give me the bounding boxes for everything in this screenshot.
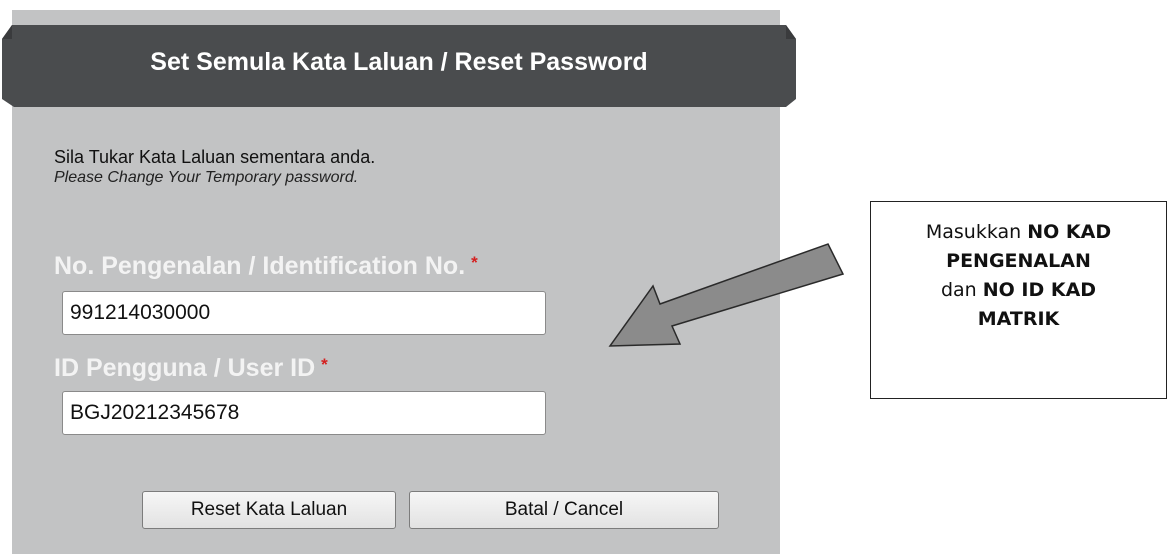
instruction-text: Sila Tukar Kata Laluan sementara anda. bbox=[54, 147, 376, 167]
callout-line-1: Masukkan NO KAD bbox=[871, 218, 1166, 247]
callout-bold-text: NO KAD bbox=[1027, 221, 1112, 243]
callout-bold-text: MATRIK bbox=[977, 308, 1060, 330]
required-marker: * bbox=[471, 253, 478, 272]
cancel-button[interactable]: Batal / Cancel bbox=[409, 491, 719, 529]
identification-no-input[interactable] bbox=[62, 291, 546, 335]
dialog-title: Set Semula Kata Laluan / Reset Password bbox=[150, 48, 648, 76]
user-id-input[interactable] bbox=[62, 391, 546, 435]
identification-no-label: No. Pengenalan / Identification No. * bbox=[54, 248, 478, 281]
reset-password-button[interactable]: Reset Kata Laluan bbox=[142, 491, 396, 529]
page: Set Semula Kata Laluan / Reset Password … bbox=[0, 0, 1171, 554]
callout-line-4: MATRIK bbox=[871, 305, 1166, 334]
callout-bold-text: PENGENALAN bbox=[946, 250, 1091, 272]
user-id-label-text: ID Pengguna / User ID bbox=[54, 354, 316, 382]
dialog-header: Set Semula Kata Laluan / Reset Password bbox=[2, 25, 796, 107]
required-marker: * bbox=[321, 355, 328, 374]
callout-text: Masukkan bbox=[925, 221, 1028, 243]
callout-bold-text: NO ID KAD bbox=[982, 279, 1097, 301]
pointer-arrow-icon bbox=[608, 243, 845, 347]
instruction-callout: Masukkan NO KAD PENGENALAN dan NO ID KAD… bbox=[870, 201, 1167, 399]
callout-line-3: dan NO ID KAD bbox=[871, 276, 1166, 305]
user-id-label: ID Pengguna / User ID * bbox=[54, 350, 328, 383]
callout-line-2: PENGENALAN bbox=[871, 247, 1166, 276]
instruction-text-english: Please Change Your Temporary password. bbox=[54, 169, 359, 186]
identification-no-label-text: No. Pengenalan / Identification No. bbox=[54, 252, 466, 280]
callout-text: dan bbox=[940, 279, 983, 301]
